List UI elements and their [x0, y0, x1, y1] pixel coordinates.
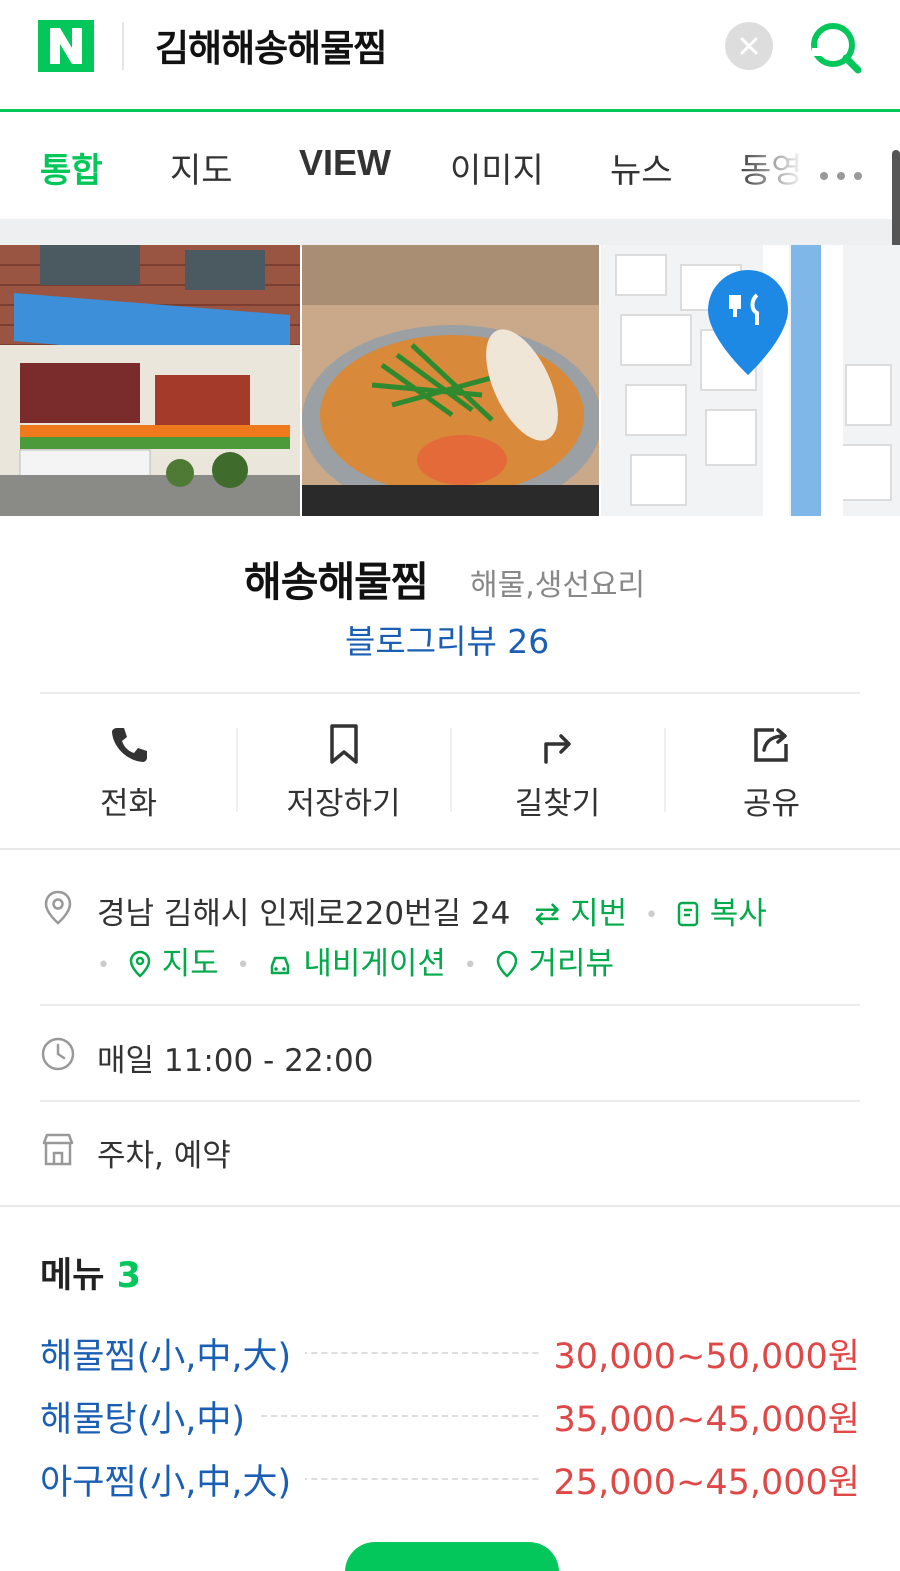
tab-images[interactable]: 이미지 [450, 143, 544, 192]
place-photos [0, 245, 900, 516]
menu-item[interactable]: 아구찜(小,中,大) 25,000~45,000원 [40, 1454, 860, 1505]
directions-icon [543, 734, 571, 764]
call-button[interactable]: 전화 [22, 700, 235, 840]
section-gap [0, 219, 900, 245]
phone-icon [111, 728, 147, 762]
share-icon [753, 728, 788, 762]
copy-icon [677, 901, 699, 927]
clock-icon [41, 1037, 75, 1071]
location-pin-icon [44, 890, 72, 925]
directions-button[interactable]: 길찾기 [451, 700, 664, 840]
menu-item-name[interactable]: 해물탕(小,中) [40, 1391, 260, 1442]
menu-item-name[interactable]: 해물찜(小,中,大) [40, 1328, 306, 1379]
search-query-input[interactable]: 김해해송해물찜 [155, 18, 387, 72]
amenities: 주차, 예약 [97, 1138, 231, 1174]
tab-all[interactable]: 통합 [40, 143, 103, 192]
jibun-link[interactable]: ⇄ 지번 [534, 896, 627, 932]
address-text[interactable]: 경남 김해시 인제로220번길 24 [97, 896, 510, 932]
street-view-pin-icon [496, 950, 517, 978]
place-name[interactable]: 해송해물찜 [244, 548, 429, 608]
more-tabs-icon[interactable] [820, 165, 871, 184]
menu-title-text: 메뉴 [40, 1256, 105, 1296]
address-line: 경남 김해시 인제로220번길 24 ⇄ 지번 • 복사 [97, 888, 767, 933]
share-label: 공유 [742, 786, 801, 822]
blog-review-link[interactable]: 블로그리뷰 26 [345, 615, 549, 663]
tab-map[interactable]: 지도 [170, 143, 233, 192]
map-pin-icon [129, 950, 151, 978]
copy-address-link[interactable]: 복사 [676, 896, 767, 932]
menu-section-title: 메뉴 3 [40, 1247, 141, 1298]
tab-news[interactable]: 뉴스 [610, 143, 673, 192]
separator-dot: • [463, 953, 477, 978]
business-hours[interactable]: 매일 11:00 - 22:00 [97, 1035, 373, 1080]
menu-item-price: 30,000~50,000원 [539, 1328, 860, 1379]
place-category: 해물,생선요리 [470, 568, 646, 603]
naver-logo[interactable] [38, 20, 94, 72]
tab-view[interactable]: VIEW [299, 142, 391, 184]
section-divider [0, 848, 900, 850]
call-label: 전화 [99, 786, 158, 822]
divider [40, 692, 860, 694]
search-header: 김해해송해물찜 [0, 0, 900, 112]
search-tabs: 통합 지도 VIEW 이미지 뉴스 동영 [0, 115, 900, 219]
navigation-link[interactable]: 내비게이션 [267, 946, 455, 982]
menu-count: 3 [116, 1256, 141, 1296]
street-view-link[interactable]: 거리뷰 [495, 946, 614, 982]
map-thumbnail[interactable] [601, 245, 900, 516]
header-divider [122, 22, 124, 70]
menu-item-price: 35,000~45,000원 [539, 1391, 860, 1442]
divider [40, 1004, 860, 1006]
search-icon[interactable] [806, 18, 866, 78]
bookmark-icon [329, 724, 358, 764]
divider [40, 1100, 860, 1102]
action-bar: 전화 저장하기 길찾기 공유 [0, 700, 900, 840]
map-link[interactable]: 지도 [128, 946, 229, 982]
menu-item[interactable]: 해물찜(小,中,大) 30,000~50,000원 [40, 1328, 860, 1379]
dish-photo[interactable] [302, 245, 599, 516]
separator-dot: • [97, 953, 110, 978]
store-icon [42, 1133, 74, 1166]
menu-item[interactable]: 해물탕(小,中) 35,000~45,000원 [40, 1391, 860, 1442]
save-label: 저장하기 [286, 786, 401, 822]
address-actions: • 지도 • 내비게이션 • 거리뷰 [97, 938, 614, 983]
section-divider [0, 1205, 900, 1207]
menu-item-name[interactable]: 아구찜(小,中,大) [40, 1454, 306, 1505]
clear-search-button[interactable] [725, 22, 773, 70]
more-menu-button[interactable] [345, 1542, 559, 1571]
close-icon [740, 37, 758, 55]
save-button[interactable]: 저장하기 [237, 700, 450, 840]
separator-dot: • [645, 903, 658, 928]
menu-item-price: 25,000~45,000원 [539, 1454, 860, 1505]
share-button[interactable]: 공유 [665, 700, 878, 840]
car-icon [271, 956, 290, 975]
storefront-photo[interactable] [0, 245, 300, 516]
separator-dot: • [236, 953, 250, 978]
directions-label: 길찾기 [514, 786, 601, 822]
